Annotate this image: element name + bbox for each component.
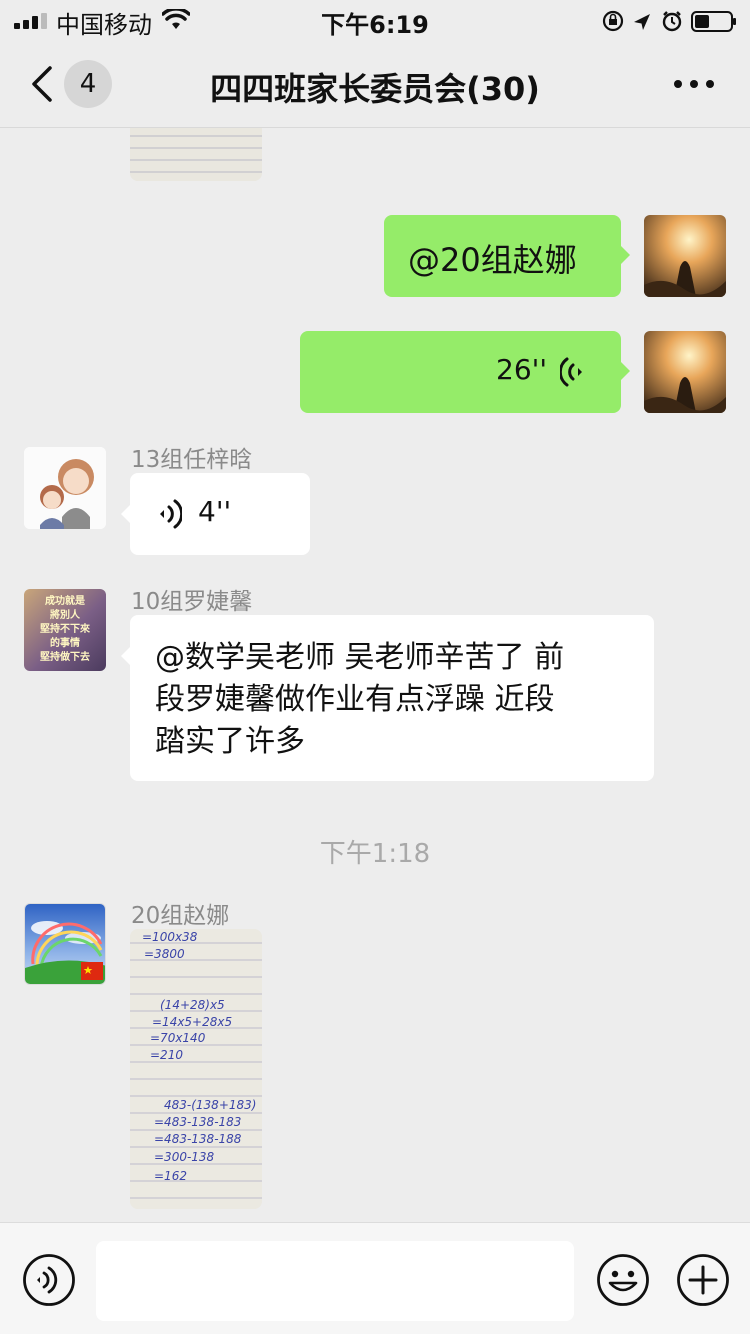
message-text: @数学吴老师 吴老师辛苦了 前 段罗婕馨做作业有点浮躁 近段 踏实了许多 xyxy=(155,640,565,759)
avatar-sender[interactable] xyxy=(24,903,106,985)
svg-text:=483-138-183: =483-138-183 xyxy=(154,1115,241,1129)
avatar-self[interactable] xyxy=(644,331,726,413)
input-bar xyxy=(0,1222,750,1334)
avatar-sender[interactable]: 成功就是 將別人 堅持不下來 的事情 堅持做下去 xyxy=(24,589,106,671)
svg-text:=300-138: =300-138 xyxy=(154,1150,215,1164)
voice-icon[interactable] xyxy=(22,1253,76,1307)
voice-wave-icon xyxy=(560,357,582,387)
svg-text:=162: =162 xyxy=(154,1169,187,1183)
avatar-text: 成功就是 將別人 堅持不下來 的事情 堅持做下去 xyxy=(40,596,90,663)
sender-name: 10组罗婕馨 xyxy=(131,589,253,615)
svg-text:(14+28)x5: (14+28)x5 xyxy=(160,998,225,1012)
message-input[interactable] xyxy=(96,1241,574,1321)
status-bar: 中国移动 下午6:19 xyxy=(0,0,750,40)
rotation-lock-icon xyxy=(602,10,624,32)
voice-message-incoming[interactable]: 4'' xyxy=(130,473,310,555)
bubble-tail xyxy=(620,245,630,265)
more-icon[interactable] xyxy=(672,76,716,92)
status-right-icons xyxy=(602,10,736,32)
sender-name: 20组赵娜 xyxy=(131,903,230,929)
voice-duration: 26'' xyxy=(496,353,548,386)
avatar-self[interactable] xyxy=(644,215,726,297)
message-bubble-outgoing[interactable]: @20组赵娜 xyxy=(384,215,621,297)
bubble-tail xyxy=(620,361,630,381)
chat-title: 四四班家长委员会(30) xyxy=(210,70,540,108)
message-text: @20组赵娜 xyxy=(408,241,577,279)
image-message[interactable]: =100x38 =3800 (14+28)x5 =14x5+28x5 =70x1… xyxy=(130,929,262,1209)
svg-text:=70x140: =70x140 xyxy=(150,1031,206,1045)
svg-text:=3800: =3800 xyxy=(144,947,185,961)
svg-text:=14x5+28x5: =14x5+28x5 xyxy=(152,1015,232,1029)
avatar-sender[interactable] xyxy=(24,447,106,529)
emoji-icon[interactable] xyxy=(596,1253,650,1307)
voice-wave-icon xyxy=(160,499,182,529)
chat-timestamp: 下午1:18 xyxy=(319,839,431,869)
svg-text:=483-138-188: =483-138-188 xyxy=(154,1132,242,1146)
battery-icon xyxy=(691,11,736,32)
text-message-incoming[interactable]: @数学吴老师 吴老师辛苦了 前 段罗婕馨做作业有点浮躁 近段 踏实了许多 xyxy=(130,615,654,781)
alarm-icon xyxy=(662,11,682,32)
chat-header: 4 四四班家长委员会(30) xyxy=(0,40,750,128)
notebook-photo xyxy=(130,128,262,181)
svg-text:=100x38: =100x38 xyxy=(142,930,198,944)
svg-text:483-(138+183): 483-(138+183) xyxy=(164,1098,256,1112)
homework-photo: =100x38 =3800 (14+28)x5 =14x5+28x5 =70x1… xyxy=(130,929,262,1209)
voice-duration: 4'' xyxy=(198,495,232,528)
plus-icon[interactable] xyxy=(676,1253,730,1307)
image-message-partial[interactable] xyxy=(130,128,262,181)
sender-name: 13组任梓晗 xyxy=(131,447,253,473)
svg-text:=210: =210 xyxy=(150,1048,183,1062)
voice-message-outgoing[interactable]: 26'' xyxy=(300,331,621,413)
location-icon xyxy=(634,14,650,30)
